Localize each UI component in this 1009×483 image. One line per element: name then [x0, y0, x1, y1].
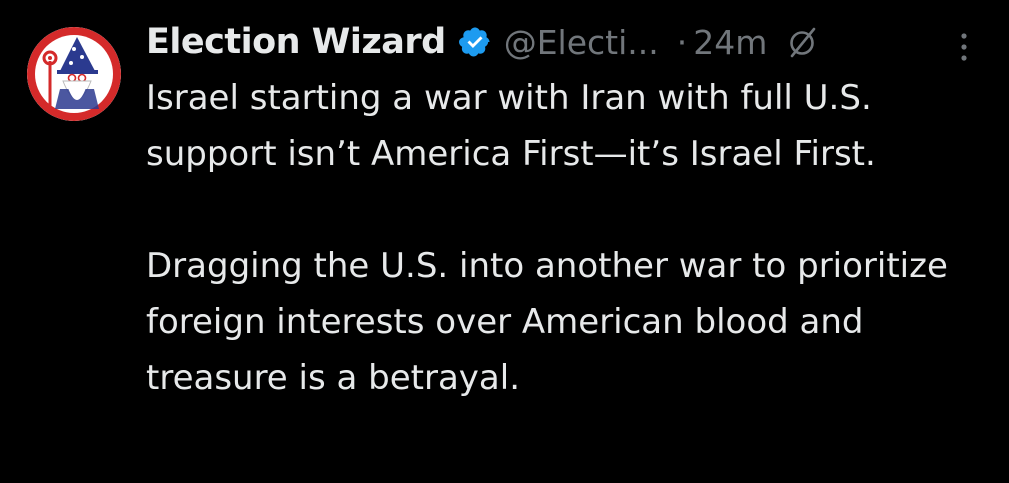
- separator-dot: ·: [676, 22, 688, 62]
- tweet-paragraph-1: Israel starting a war with Iran with ful…: [146, 78, 876, 174]
- author-display-name[interactable]: Election Wizard: [146, 22, 446, 62]
- verified-badge-icon: [458, 25, 492, 59]
- tweet-header: Election Wizard @Electi... · 24m: [146, 16, 819, 68]
- tweet-paragraph-2: Dragging the U.S. into another war to pr…: [146, 246, 948, 398]
- grok-icon[interactable]: [785, 25, 819, 59]
- author-handle[interactable]: @Electi...: [504, 23, 659, 62]
- avatar[interactable]: [27, 27, 121, 121]
- wizard-avatar-icon: [27, 27, 121, 121]
- more-options-icon[interactable]: [952, 27, 976, 67]
- tweet-text: Israel starting a war with Iran with ful…: [146, 70, 986, 406]
- tweet[interactable]: Election Wizard @Electi... · 24m Israel …: [0, 0, 1009, 483]
- timestamp[interactable]: 24m: [693, 23, 767, 62]
